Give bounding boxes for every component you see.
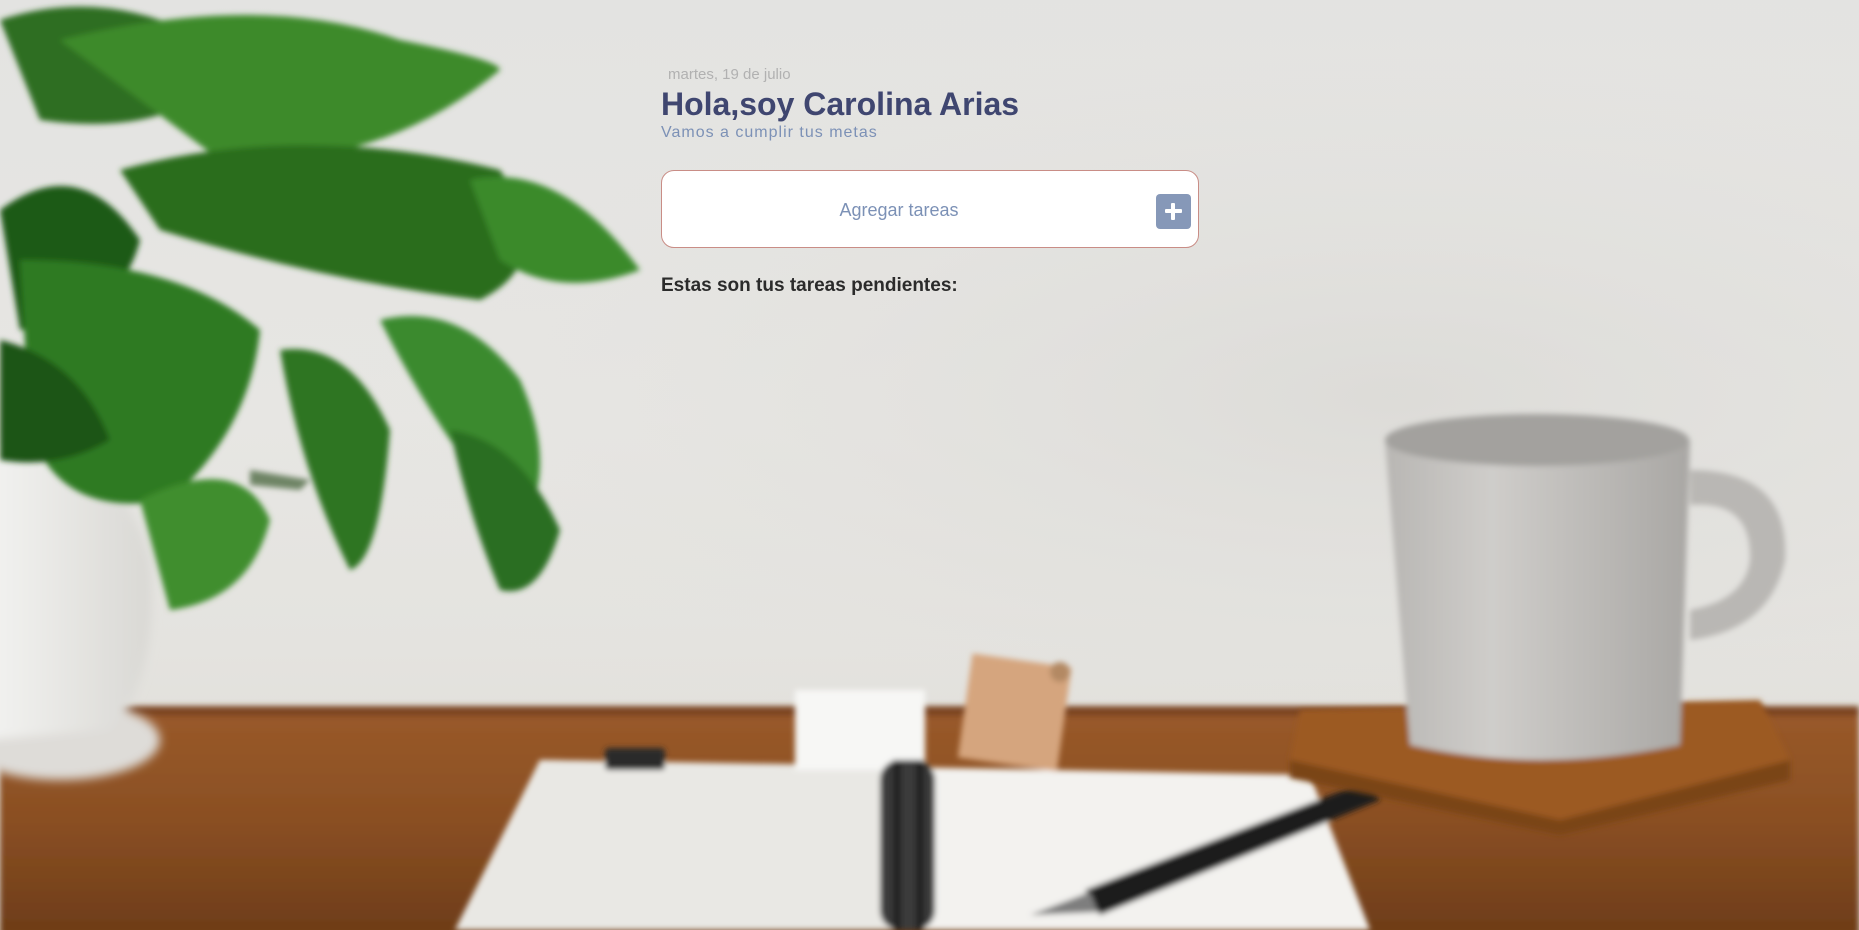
task-input[interactable] bbox=[682, 193, 1116, 227]
add-task-form bbox=[661, 170, 1199, 248]
pending-tasks-heading: Estas son tus tareas pendientes: bbox=[661, 275, 958, 296]
subtitle: Vamos a cumplir tus metas bbox=[661, 124, 878, 141]
greeting-title: Hola,soy Carolina Arias bbox=[661, 86, 1020, 122]
main-content: martes, 19 de julio Hola,soy Carolina Ar… bbox=[661, 66, 1201, 297]
add-task-button[interactable] bbox=[1156, 194, 1191, 229]
current-date: martes, 19 de julio bbox=[668, 66, 791, 83]
